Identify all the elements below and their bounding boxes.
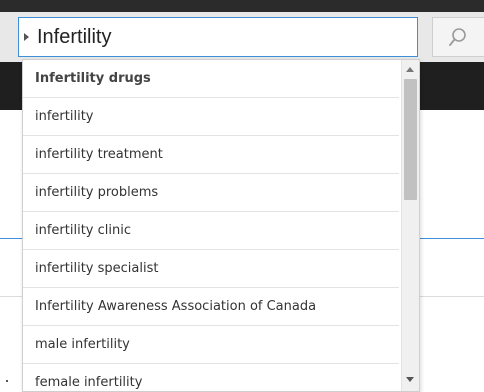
scroll-thumb[interactable] [404,79,417,200]
suggestion-item[interactable]: infertility [23,98,399,136]
search-box[interactable] [18,17,418,57]
search-button[interactable] [432,17,484,57]
scroll-up-arrow-icon[interactable] [406,67,414,72]
suggestion-item[interactable]: infertility clinic [23,212,399,250]
bullet-dot [6,380,8,382]
suggestion-list: Infertility drugs infertility infertility … [23,60,399,391]
scroll-down-arrow-icon[interactable] [406,377,414,382]
search-icon [449,28,466,46]
suggestion-item[interactable]: Infertility drugs [23,60,399,98]
suggestion-item[interactable]: female infertility [23,364,399,391]
header-top-strip [0,0,484,12]
suggestion-item[interactable]: Infertility Awareness Association of Can… [23,288,399,326]
suggestion-item[interactable]: infertility specialist [23,250,399,288]
caret-right-icon [24,33,29,41]
search-input[interactable] [37,24,407,50]
autocomplete-dropdown: Infertility drugs infertility infertility … [22,59,420,392]
suggestion-item[interactable]: infertility treatment [23,136,399,174]
suggestion-item[interactable]: male infertility [23,326,399,364]
suggestion-item[interactable]: infertility problems [23,174,399,212]
scrollbar[interactable] [401,60,419,391]
